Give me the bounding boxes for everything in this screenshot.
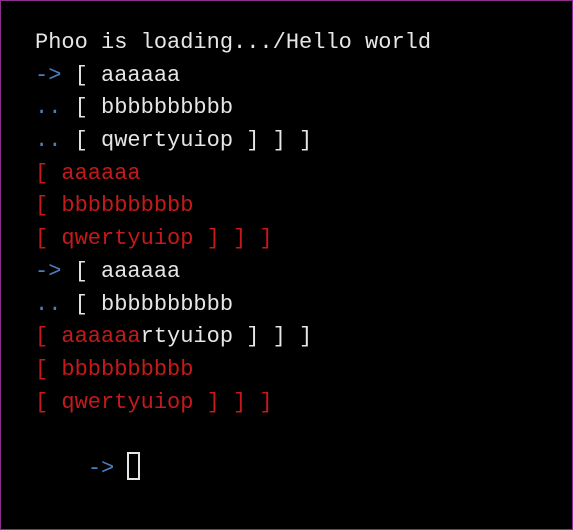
terminal-text-segment: [ aaaaaa <box>74 258 181 284</box>
terminal-text-segment: .. <box>35 95 75 121</box>
terminal-text-segment: -> <box>35 258 75 284</box>
terminal-line: [ aaaaaa <box>35 158 572 191</box>
terminal-line: -> [ aaaaaa <box>35 256 572 289</box>
terminal-line: [ bbbbbbbbbb <box>35 354 572 387</box>
terminal-text-segment: rtyuiop ] ] ] <box>140 324 313 350</box>
terminal-text-segment: [ bbbbbbbbbb <box>35 356 194 382</box>
terminal-text-segment: Phoo is loading.../Hello world <box>35 30 432 55</box>
terminal-text-segment: [ qwertyuiop ] ] ] <box>35 389 273 415</box>
terminal-text-segment: [ bbbbbbbbbb <box>74 291 234 317</box>
terminal-line: [ aaaaaartyuiop ] ] ] <box>35 321 572 354</box>
terminal-window[interactable]: Phoo is loading.../Hello world -> [ aaaaa… <box>0 0 573 530</box>
terminal-output: Phoo is loading.../Hello world -> [ aaaaa… <box>35 27 572 419</box>
terminal-text-segment: .. <box>35 128 75 154</box>
terminal-text-segment: -> <box>35 62 75 88</box>
prompt-symbol: -> <box>87 455 128 481</box>
terminal-line: .. [ bbbbbbbbbb <box>35 92 572 125</box>
terminal-line: .. [ qwertyuiop ] ] ] <box>35 125 572 158</box>
terminal-line: -> [ aaaaaa <box>35 60 572 93</box>
terminal-prompt-line[interactable]: -> <box>35 419 572 481</box>
terminal-line: Phoo is loading.../Hello world <box>35 27 572 60</box>
terminal-line: .. [ bbbbbbbbbb <box>35 289 572 322</box>
terminal-text-segment: [ aaaaaa <box>35 160 141 186</box>
terminal-line: [ qwertyuiop ] ] ] <box>35 223 572 256</box>
terminal-text-segment: [ aaaaaa <box>35 324 141 350</box>
terminal-line: [ bbbbbbbbbb <box>35 190 572 223</box>
terminal-text-segment: [ qwertyuiop ] ] ] <box>74 128 313 154</box>
terminal-text-segment: [ qwertyuiop ] ] ] <box>35 226 273 252</box>
terminal-line: [ qwertyuiop ] ] ] <box>35 387 572 420</box>
terminal-text-segment: [ bbbbbbbbbb <box>74 95 234 121</box>
text-cursor[interactable] <box>127 451 141 480</box>
terminal-text-segment: [ aaaaaa <box>74 62 181 88</box>
terminal-text-segment: [ bbbbbbbbbb <box>35 193 194 219</box>
terminal-text-segment: .. <box>35 291 75 317</box>
